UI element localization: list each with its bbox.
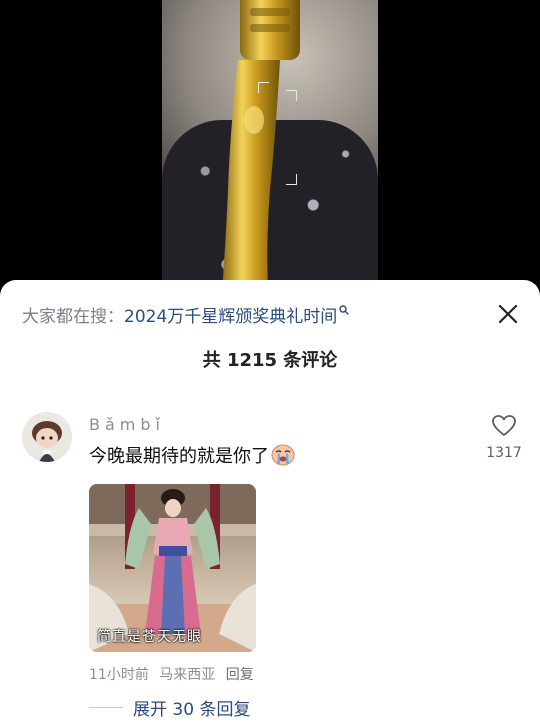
comment-location: 马来西亚 <box>159 667 216 683</box>
like-button[interactable]: 1317 <box>480 414 528 461</box>
comment-image[interactable]: 简直是苍天无眼 <box>89 484 256 652</box>
comment-body: 今晚最期待的就是你了 <box>89 446 269 467</box>
crying-face-emoji-icon <box>271 444 295 471</box>
expand-replies-button[interactable]: 展开 30 条回复 <box>89 695 250 720</box>
search-suggestion-query[interactable]: 2024万千星辉颁奖典礼时间 <box>124 307 337 327</box>
focus-corner <box>286 90 297 101</box>
screen: 大家都在搜：2024万千星辉颁奖典礼时间 共 1215 条评论 Bǎmbǐ 今晚… <box>0 0 540 727</box>
comment-meta: 11小时前 马来西亚 回复 <box>89 664 260 684</box>
comment-sheet: 大家都在搜：2024万千星辉颁奖典礼时间 共 1215 条评论 Bǎmbǐ 今晚… <box>0 280 540 727</box>
close-button[interactable] <box>494 300 522 328</box>
close-icon <box>498 304 518 324</box>
comment-username[interactable]: Bǎmbǐ <box>89 415 165 434</box>
heart-icon <box>492 415 516 436</box>
expand-divider <box>89 707 123 708</box>
comment-time: 11小时前 <box>89 667 149 683</box>
comment-count-title: 共 1215 条评论 <box>202 350 338 371</box>
reply-button[interactable]: 回复 <box>226 667 254 683</box>
avatar[interactable] <box>22 412 72 462</box>
video-player[interactable] <box>162 0 378 290</box>
search-icon <box>339 302 349 322</box>
search-suggestion-prefix: 大家都在搜： <box>22 307 124 327</box>
trophy-image <box>222 0 300 290</box>
avatar-image <box>22 412 72 462</box>
comment-image-caption: 简直是苍天无眼 <box>97 629 202 645</box>
focus-corner <box>286 174 297 185</box>
comment-text: 今晚最期待的就是你了 <box>89 442 295 471</box>
expand-replies-label: 展开 30 条回复 <box>133 700 251 720</box>
like-count: 1317 <box>486 445 522 461</box>
search-suggestion[interactable]: 大家都在搜：2024万千星辉颁奖典礼时间 <box>22 302 349 327</box>
focus-corner <box>258 82 269 93</box>
